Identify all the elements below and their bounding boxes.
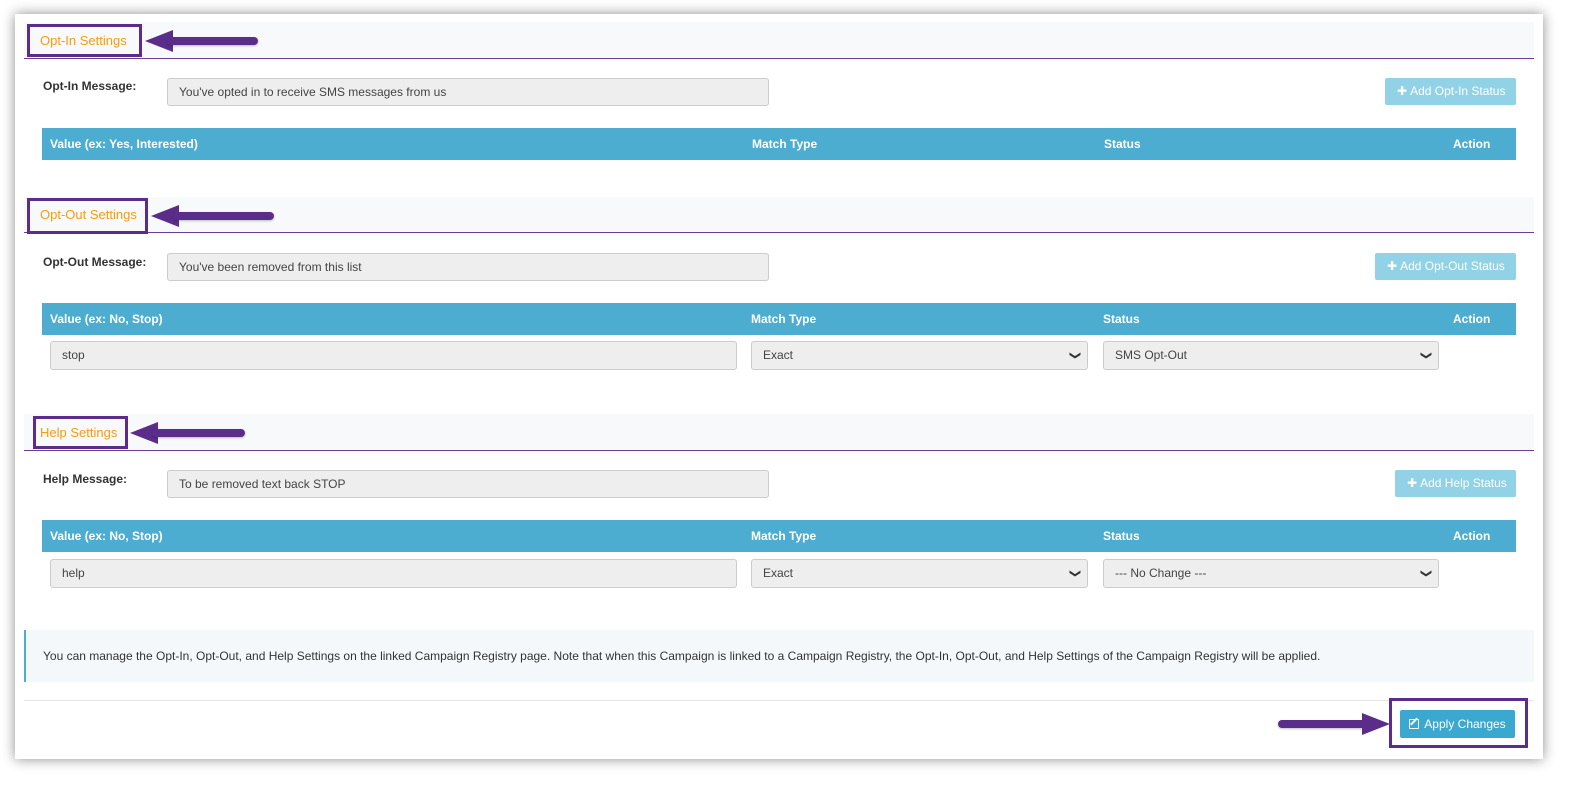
opt-out-match-type-value: Exact — [763, 348, 794, 362]
apply-changes-button[interactable]: Apply Changes — [1400, 710, 1515, 738]
help-status-value: --- No Change --- — [1115, 566, 1207, 580]
help-table-header: Value (ex: No, Stop) Match Type Status A… — [42, 520, 1516, 552]
column-match-type: Match Type — [752, 137, 818, 151]
edit-icon — [1409, 719, 1420, 729]
apply-arrow-icon — [1278, 713, 1390, 735]
add-help-status-label: Add Help Status — [1420, 476, 1507, 490]
help-arrow-icon — [130, 422, 245, 444]
opt-out-match-type-select[interactable]: Exact ❯ — [751, 341, 1088, 370]
column-status: Status — [1103, 529, 1140, 543]
add-opt-in-status-button[interactable]: ✚ Add Opt-In Status — [1385, 78, 1516, 105]
column-value: Value (ex: Yes, Interested) — [50, 137, 198, 151]
chevron-down-icon: ❯ — [1419, 568, 1432, 579]
plus-icon: ✚ — [1407, 476, 1418, 490]
chevron-down-icon: ❯ — [1068, 350, 1081, 361]
column-status: Status — [1103, 312, 1140, 326]
opt-in-arrow-icon — [145, 30, 258, 52]
help-value-input[interactable]: help — [50, 559, 737, 588]
column-match-type: Match Type — [751, 529, 817, 543]
add-help-status-button[interactable]: ✚ Add Help Status — [1395, 470, 1516, 497]
opt-in-message-label: Opt-In Message: — [43, 79, 137, 93]
help-message-input[interactable]: To be removed text back STOP — [167, 470, 769, 498]
opt-out-value-input[interactable]: stop — [50, 341, 737, 370]
column-action: Action — [1453, 529, 1491, 543]
help-message-label: Help Message: — [43, 472, 128, 486]
opt-out-status-value: SMS Opt-Out — [1115, 348, 1188, 362]
opt-in-message-input[interactable]: You've opted in to receive SMS messages … — [167, 78, 769, 106]
footer-divider — [24, 700, 1534, 701]
chevron-down-icon: ❯ — [1419, 350, 1432, 361]
opt-in-highlight-box — [27, 24, 142, 57]
column-status: Status — [1104, 137, 1141, 151]
opt-out-arrow-icon — [151, 205, 274, 227]
help-match-type-select[interactable]: Exact ❯ — [751, 559, 1088, 588]
add-opt-in-status-label: Add Opt-In Status — [1410, 84, 1506, 98]
opt-in-table-header: Value (ex: Yes, Interested) Match Type S… — [42, 128, 1516, 160]
chevron-down-icon: ❯ — [1068, 568, 1081, 579]
column-value: Value (ex: No, Stop) — [50, 529, 163, 543]
opt-out-message-input[interactable]: You've been removed from this list — [167, 253, 769, 281]
help-highlight-box — [33, 416, 128, 449]
campaign-registry-note: You can manage the Opt-In, Opt-Out, and … — [24, 630, 1534, 682]
help-status-select[interactable]: --- No Change --- ❯ — [1103, 559, 1439, 588]
column-value: Value (ex: No, Stop) — [50, 312, 163, 326]
opt-out-message-label: Opt-Out Message: — [43, 255, 147, 269]
opt-out-status-select[interactable]: SMS Opt-Out ❯ — [1103, 341, 1439, 370]
plus-icon: ✚ — [1397, 84, 1408, 98]
add-opt-out-status-label: Add Opt-Out Status — [1400, 259, 1505, 273]
plus-icon: ✚ — [1387, 259, 1398, 273]
add-opt-out-status-button[interactable]: ✚ Add Opt-Out Status — [1375, 253, 1516, 280]
help-header: Help Settings — [24, 414, 1534, 451]
apply-changes-label: Apply Changes — [1424, 717, 1506, 731]
opt-out-highlight-box — [27, 198, 148, 234]
column-match-type: Match Type — [751, 312, 817, 326]
opt-out-table-header: Value (ex: No, Stop) Match Type Status A… — [42, 303, 1516, 335]
column-action: Action — [1453, 312, 1491, 326]
help-match-type-value: Exact — [763, 566, 794, 580]
column-action: Action — [1453, 137, 1491, 151]
